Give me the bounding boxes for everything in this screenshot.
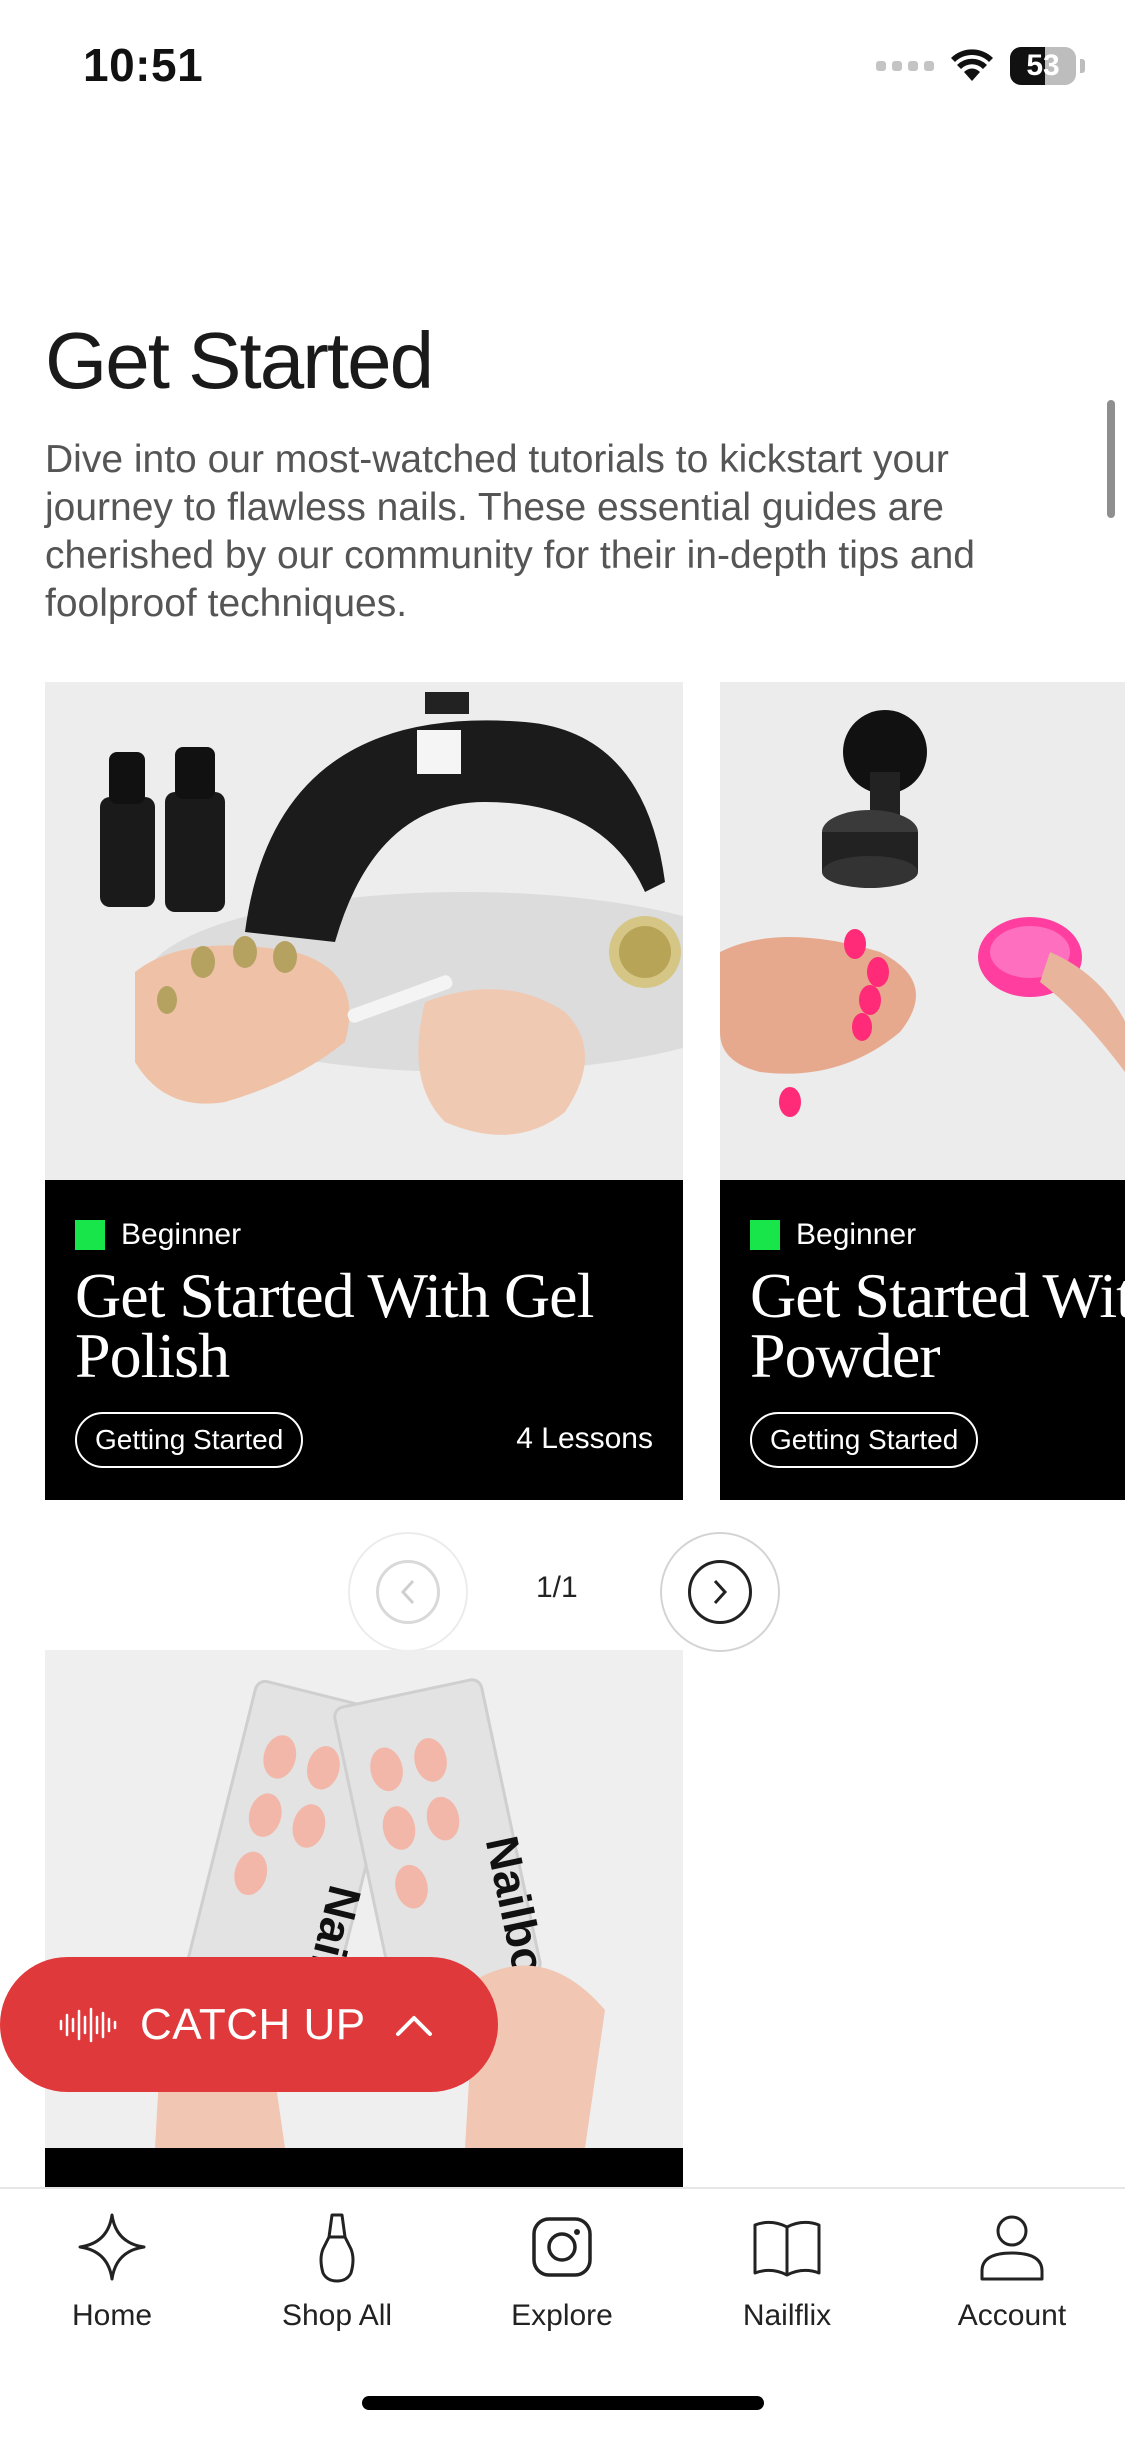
tab-shop-all[interactable]: Shop All: [237, 2209, 437, 2333]
tab-label: Nailflix: [742, 2299, 832, 2332]
instagram-icon: [532, 2217, 592, 2277]
tab-label: Home: [71, 2299, 153, 2332]
battery-level: 53: [1026, 49, 1060, 82]
tab-nailflix[interactable]: Nailflix: [687, 2209, 887, 2333]
book-icon: [753, 2220, 821, 2277]
page-title: Get Started: [45, 316, 434, 405]
battery-cap: [1080, 59, 1085, 73]
status-time: 10:51: [83, 39, 204, 91]
tab-label: Account: [957, 2299, 1067, 2332]
chevron-left-icon: [400, 1579, 415, 1605]
course-image: [45, 682, 683, 1180]
beginner-indicator-icon: [750, 1220, 780, 1250]
scroll-indicator[interactable]: [1107, 400, 1115, 518]
course-image: [720, 682, 1125, 1180]
pager-count: 1/1: [536, 1571, 578, 1604]
catch-up-button[interactable]: CATCH UP: [0, 1957, 498, 2092]
previous-button[interactable]: [348, 1532, 468, 1652]
sparkle-icon: [78, 2213, 146, 2281]
press-on-card[interactable]: Nailboo Nailboo: [45, 1650, 683, 2190]
chevron-right-icon: [713, 1579, 728, 1605]
chevron-up-icon: [395, 2015, 432, 2036]
level-badge: Beginner: [75, 1218, 241, 1252]
level-badge: Beginner: [750, 1218, 916, 1252]
audio-waveform-icon: [59, 2007, 117, 2042]
tab-explore[interactable]: Explore: [462, 2209, 662, 2333]
beginner-indicator-icon: [75, 1220, 105, 1250]
wifi-icon: [951, 49, 993, 81]
polish-bottle-icon: [319, 2213, 355, 2283]
battery-icon: 53: [1010, 47, 1076, 85]
tab-label: Shop All: [281, 2299, 393, 2332]
lesson-count: 4 Lessons: [516, 1422, 653, 1455]
status-icons: 53: [876, 46, 1085, 86]
section-description: Dive into our most-watched tutorials to …: [45, 438, 975, 625]
level-label: Beginner: [121, 1218, 242, 1251]
category-tag[interactable]: Getting Started: [75, 1412, 304, 1468]
home-indicator[interactable]: [362, 2396, 764, 2410]
course-title: Get Started With Powder: [750, 1260, 1125, 1391]
card-footer: [45, 2148, 683, 2190]
tab-label: Explore: [511, 2299, 613, 2332]
tab-home[interactable]: Home: [12, 2209, 212, 2333]
level-label: Beginner: [796, 1218, 917, 1251]
course-card-gel-polish[interactable]: Beginner Get Started With Gel Polish Get…: [45, 682, 683, 1500]
course-card-powder[interactable]: Beginner Get Started With Powder Getting…: [720, 682, 1125, 1500]
tab-account[interactable]: Account: [912, 2209, 1112, 2333]
catch-up-label: CATCH UP: [140, 1999, 366, 2049]
next-button[interactable]: [660, 1532, 780, 1652]
category-tag[interactable]: Getting Started: [750, 1412, 979, 1468]
course-title: Get Started With Gel Polish: [75, 1260, 594, 1391]
person-icon: [980, 2215, 1044, 2281]
cellular-signal-icon: [876, 61, 934, 71]
